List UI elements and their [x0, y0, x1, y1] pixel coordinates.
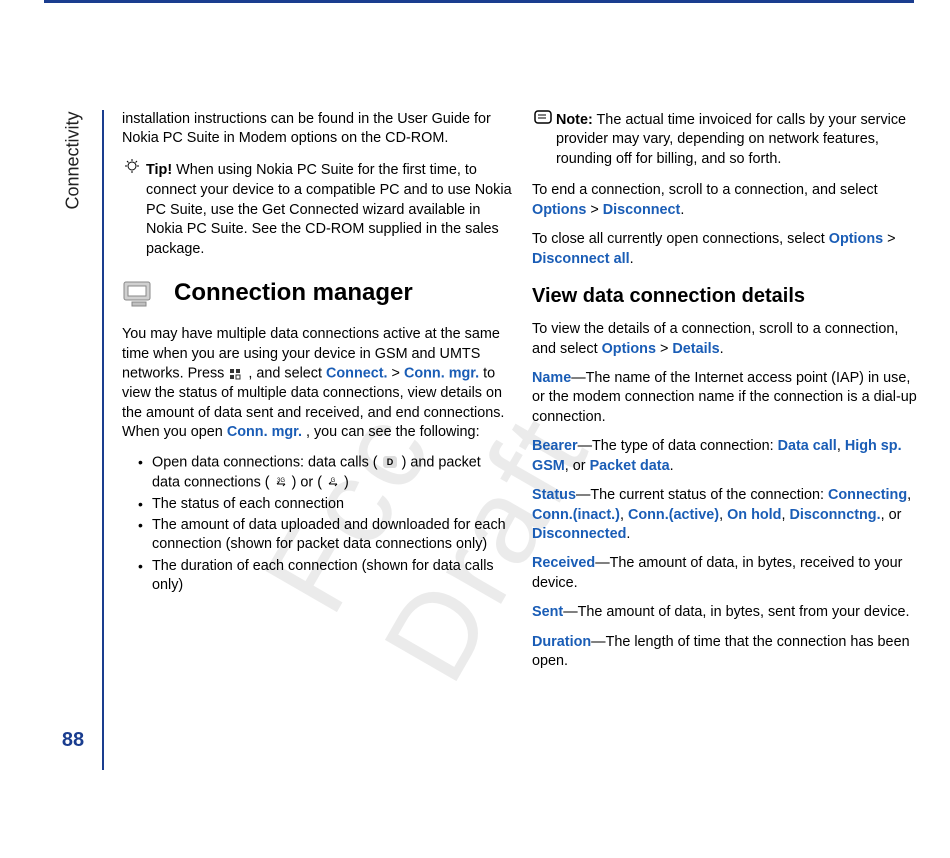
section-heading: Connection manager: [122, 277, 512, 309]
disconnected-value: Disconnected: [532, 526, 626, 542]
status-field: Status—The current status of the connect…: [532, 486, 922, 544]
connmgr-paragraph: You may have multiple data connections a…: [122, 325, 512, 442]
page-content: installation instructions can be found i…: [122, 110, 922, 770]
conn-active-value: Conn.(active): [628, 507, 719, 523]
disconnect-link: Disconnect: [603, 202, 681, 218]
close-all-paragraph: To close all currently open connections,…: [532, 230, 922, 269]
text: .: [680, 202, 684, 218]
packet-data-value: Packet data: [590, 458, 670, 474]
section-title-text: Connection manager: [174, 277, 413, 309]
subsection-heading: View data connection details: [532, 283, 922, 310]
connmgr-link: Conn. mgr.: [404, 366, 479, 382]
note-block: Note: The actual time invoiced for calls…: [532, 110, 922, 169]
text: —The name of the Internet access point (…: [532, 370, 917, 425]
disconnect-all-link: Disconnect all: [532, 251, 630, 267]
field-label: Received: [532, 555, 595, 571]
data-call-value: Data call: [778, 438, 837, 454]
text: , or: [881, 507, 902, 523]
received-field: Received—The amount of data, in bytes, r…: [532, 554, 922, 593]
view-details-paragraph: To view the details of a connection, scr…: [532, 320, 922, 359]
text: ,: [907, 487, 911, 503]
text: .: [626, 526, 630, 542]
options-link: Options: [829, 231, 883, 247]
connmgr-link-2: Conn. mgr.: [227, 424, 302, 440]
connect-link: Connect.: [326, 366, 388, 382]
field-label: Bearer: [532, 438, 578, 454]
sidebar: Connectivity 88: [44, 110, 104, 770]
text: ) or (: [292, 474, 322, 490]
field-label: Sent: [532, 604, 563, 620]
text: .: [720, 341, 724, 357]
svg-text:G: G: [331, 478, 336, 484]
note-body: The actual time invoiced for calls by yo…: [556, 112, 906, 167]
tip-body: When using Nokia PC Suite for the first …: [146, 162, 512, 257]
top-rule: [44, 0, 914, 3]
options-link: Options: [532, 202, 586, 218]
end-connection-paragraph: To end a connection, scroll to a connect…: [532, 181, 922, 220]
packet-gprs-icon: G: [326, 473, 340, 492]
text: >: [656, 341, 672, 357]
tip-block: Tip! When using Nokia PC Suite for the f…: [122, 159, 512, 259]
text: To close all currently open connections,…: [532, 231, 829, 247]
note-label: Note:: [556, 112, 593, 128]
text: —The current status of the connection:: [576, 487, 828, 503]
feature-list: Open data connections: data calls ( D ) …: [122, 453, 512, 596]
text: .: [630, 251, 634, 267]
text: >: [883, 231, 895, 247]
on-hold-value: On hold: [727, 507, 781, 523]
text: >: [392, 366, 404, 382]
field-label: Status: [532, 487, 576, 503]
text: , you can see the following:: [306, 424, 480, 440]
page-number: 88: [62, 729, 84, 752]
text: ): [344, 474, 349, 490]
text: —The type of data connection:: [578, 438, 778, 454]
intro-paragraph: installation instructions can be found i…: [122, 110, 512, 149]
svg-text:D: D: [386, 457, 393, 467]
conn-inact-value: Conn.(inact.): [532, 507, 620, 523]
details-link: Details: [672, 341, 719, 357]
sent-field: Sent—The amount of data, in bytes, sent …: [532, 603, 922, 622]
list-item: The duration of each connection (shown f…: [138, 557, 512, 596]
text: , and select: [248, 366, 326, 382]
menu-key-icon: [228, 364, 244, 383]
text: —The amount of data, in bytes, sent from…: [563, 604, 909, 620]
right-column: Note: The actual time invoiced for calls…: [532, 110, 922, 770]
text: To end a connection, scroll to a connect…: [532, 182, 878, 198]
bearer-field: Bearer—The type of data connection: Data…: [532, 437, 922, 476]
name-field: Name—The name of the Internet access poi…: [532, 369, 922, 427]
lightbulb-icon: [124, 159, 140, 181]
tip-label: Tip!: [146, 162, 172, 178]
text: Open data connections: data calls (: [152, 454, 378, 470]
disconnctng-value: Disconnctng.: [789, 507, 880, 523]
options-link: Options: [602, 341, 656, 357]
text: >: [586, 202, 602, 218]
list-item: Open data connections: data calls ( D ) …: [138, 453, 512, 493]
list-item: The amount of data uploaded and download…: [138, 516, 512, 555]
section-name: Connectivity: [63, 111, 84, 209]
text: , or: [565, 458, 590, 474]
connecting-value: Connecting: [828, 487, 907, 503]
field-label: Name: [532, 370, 571, 386]
text: ,: [719, 507, 727, 523]
note-icon: [534, 110, 550, 130]
duration-field: Duration—The length of time that the con…: [532, 633, 922, 672]
data-call-icon: D: [382, 453, 398, 472]
connection-manager-icon: [122, 278, 156, 308]
list-item: The status of each connection: [138, 495, 512, 514]
packet-3g-icon: 3G: [274, 473, 288, 492]
text: .: [670, 458, 674, 474]
text: ,: [620, 507, 628, 523]
left-column: installation instructions can be found i…: [122, 110, 512, 770]
text: ,: [837, 438, 845, 454]
field-label: Duration: [532, 634, 591, 650]
